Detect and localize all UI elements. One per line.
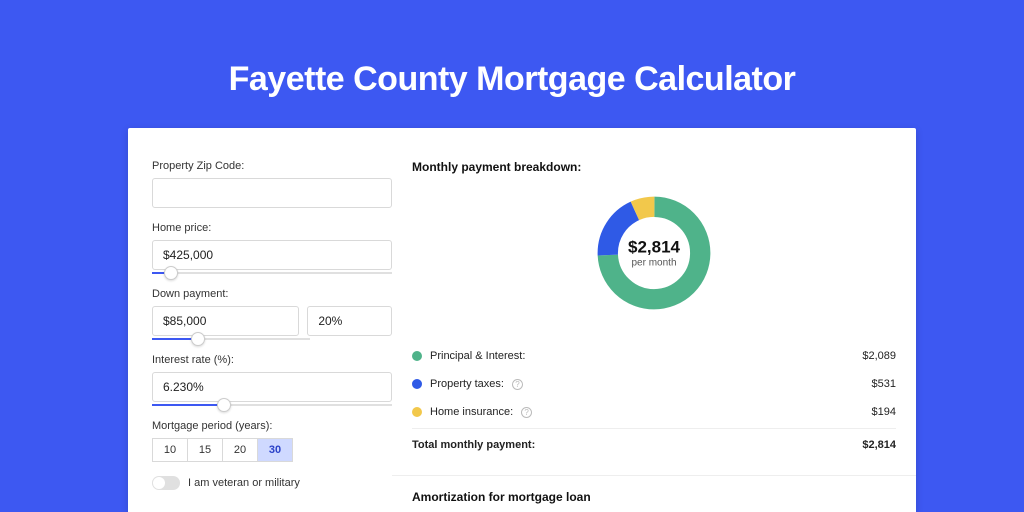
home-price-label: Home price: — [152, 222, 392, 234]
period-option-20[interactable]: 20 — [222, 438, 258, 462]
amortization-title: Amortization for mortgage loan — [412, 490, 896, 504]
down-payment-slider[interactable] — [152, 338, 310, 340]
calculator-card: Property Zip Code: Home price: Down paym… — [128, 128, 916, 512]
home-price-input[interactable] — [152, 240, 392, 270]
breakdown-row-total: Total monthly payment: $2,814 — [412, 428, 896, 459]
veteran-label: I am veteran or military — [188, 477, 300, 489]
interest-slider[interactable] — [152, 404, 392, 406]
period-option-10[interactable]: 10 — [152, 438, 188, 462]
zip-input[interactable] — [152, 178, 392, 208]
donut-sub: per month — [628, 258, 680, 269]
dot-icon — [412, 379, 422, 389]
dot-icon — [412, 407, 422, 417]
breakdown-label: Property taxes: — [430, 378, 504, 390]
breakdown-heading: Monthly payment breakdown: — [412, 160, 896, 174]
breakdown-label: Home insurance: — [430, 406, 513, 418]
page-title: Fayette County Mortgage Calculator — [0, 0, 1024, 99]
period-option-30[interactable]: 30 — [257, 438, 293, 462]
total-value: $2,814 — [862, 439, 896, 451]
breakdown-value: $194 — [872, 406, 896, 418]
down-payment-pct-input[interactable] — [307, 306, 392, 336]
down-payment-label: Down payment: — [152, 288, 392, 300]
period-option-15[interactable]: 15 — [187, 438, 223, 462]
breakdown-label: Principal & Interest: — [430, 350, 525, 362]
donut-amount: $2,814 — [628, 238, 680, 258]
donut-chart: $2,814 per month — [593, 192, 715, 314]
slider-thumb-icon[interactable] — [217, 398, 231, 412]
breakdown-value: $2,089 — [862, 350, 896, 362]
total-label: Total monthly payment: — [412, 439, 535, 451]
form-panel: Property Zip Code: Home price: Down paym… — [152, 160, 392, 512]
breakdown-value: $531 — [872, 378, 896, 390]
breakdown-row-taxes: Property taxes: ? $531 — [412, 370, 896, 398]
period-label: Mortgage period (years): — [152, 420, 392, 432]
zip-label: Property Zip Code: — [152, 160, 392, 172]
breakdown-row-insurance: Home insurance: ? $194 — [412, 398, 896, 426]
home-price-slider[interactable] — [152, 272, 392, 274]
info-icon[interactable]: ? — [521, 407, 532, 418]
toggle-knob-icon — [153, 477, 165, 489]
dot-icon — [412, 351, 422, 361]
down-payment-input[interactable] — [152, 306, 299, 336]
slider-thumb-icon[interactable] — [191, 332, 205, 346]
breakdown-row-principal: Principal & Interest: $2,089 — [412, 342, 896, 370]
slider-thumb-icon[interactable] — [164, 266, 178, 280]
divider — [392, 475, 916, 476]
interest-label: Interest rate (%): — [152, 354, 392, 366]
veteran-toggle[interactable] — [152, 476, 180, 490]
interest-input[interactable] — [152, 372, 392, 402]
breakdown-panel: Monthly payment breakdown: $2,814 per mo… — [412, 160, 896, 512]
period-buttons: 10 15 20 30 — [152, 438, 392, 462]
info-icon[interactable]: ? — [512, 379, 523, 390]
